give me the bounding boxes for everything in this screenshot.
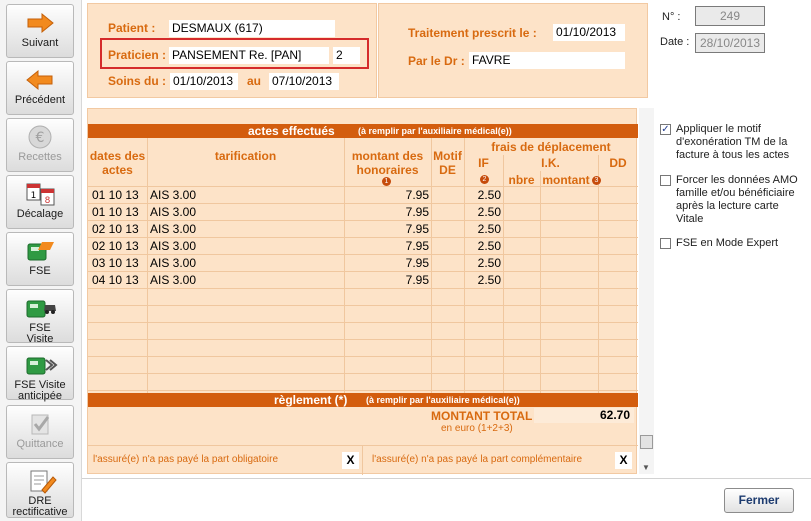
compl-label: l'assuré(e) n'a pas payé la part complém…	[372, 454, 583, 465]
traitement-field[interactable]: 01/10/2013	[553, 24, 625, 41]
marker-3-icon: 3	[592, 176, 601, 185]
num-label: N° :	[662, 11, 681, 23]
fse-visite-anticipee-label-2: anticipée	[17, 390, 63, 402]
col-frais: frais de déplacement	[491, 140, 611, 154]
table-row[interactable]: 04 10 13 AIS 3.00 7.95 2.50	[88, 272, 638, 289]
calendar-icon: 1 8	[22, 181, 58, 207]
col-dd: DD	[609, 156, 627, 170]
table-row-empty[interactable]	[88, 340, 638, 357]
forcer-amo-checkbox[interactable]	[660, 175, 671, 186]
suivant-label: Suivant	[21, 37, 59, 49]
arrow-right-icon	[22, 10, 58, 36]
decalage-button[interactable]: 1 8 Décalage	[6, 175, 74, 229]
soins-from-field[interactable]: 01/10/2013	[170, 73, 238, 90]
suivant-button[interactable]: Suivant	[6, 4, 74, 58]
fse-label: FSE	[29, 265, 51, 277]
reglement-title: règlement (*)	[274, 393, 348, 407]
fermer-button[interactable]: Fermer	[724, 488, 794, 513]
traitement-label: Traitement prescrit le :	[408, 26, 537, 40]
mode-expert-checkbox[interactable]	[660, 238, 671, 249]
quittance-label: Quittance	[16, 438, 64, 450]
toolbar: Suivant Précédent € Recettes 1 8 Décalag…	[0, 0, 82, 521]
dre-rectificative-button[interactable]: DRE rectificative	[6, 462, 74, 518]
date-field: 28/10/2013	[695, 33, 765, 53]
table-row[interactable]: 03 10 13 AIS 3.00 7.95 2.50	[88, 255, 638, 272]
svg-text:€: €	[36, 130, 45, 146]
arrow-left-icon	[22, 67, 58, 93]
col-dates: dates des actes	[89, 149, 146, 177]
precedent-label: Précédent	[14, 94, 66, 106]
recettes-label: Recettes	[18, 151, 62, 163]
table-row-empty[interactable]	[88, 323, 638, 340]
card-reader-arrow-icon	[22, 352, 58, 378]
card-reader-car-icon	[22, 295, 58, 321]
euro-icon: €	[22, 124, 58, 150]
soins-to-field[interactable]: 07/10/2013	[269, 73, 339, 90]
prescription-panel	[378, 3, 648, 98]
compl-field[interactable]: X	[615, 452, 632, 469]
col-montant-ik: montant	[542, 173, 590, 187]
col-tarification: tarification	[214, 149, 277, 163]
num-field: 249	[695, 6, 765, 26]
table-row[interactable]: 01 10 13 AIS 3.00 7.95 2.50	[88, 187, 638, 204]
table-row-empty[interactable]	[88, 374, 638, 391]
oblig-field[interactable]: X	[342, 452, 359, 469]
decalage-label: Décalage	[16, 208, 64, 220]
option-forcer-amo[interactable]: Forcer les données AMO famille et/ou bén…	[660, 174, 798, 226]
col-montant: montant des honoraires	[351, 149, 424, 177]
fse-button[interactable]: FSE	[6, 232, 74, 286]
actes-subtitle: (à remplir par l'auxiliaire médical(e))	[358, 126, 512, 136]
total-sub: en euro (1+2+3)	[441, 423, 513, 434]
reglement-subtitle: (à remplir par l'auxiliaire médical(e))	[366, 395, 520, 405]
vertical-scrollbar[interactable]: ▼	[639, 108, 654, 474]
soins-au-label: au	[247, 74, 262, 88]
precedent-button[interactable]: Précédent	[6, 61, 74, 115]
soins-label: Soins du :	[108, 74, 166, 88]
dre-label-2: rectificative	[12, 506, 68, 518]
scrollbar-thumb[interactable]	[640, 435, 653, 449]
fse-visite-anticipee-button[interactable]: FSE Visite anticipée	[6, 346, 74, 402]
table-row-empty[interactable]	[88, 289, 638, 306]
marker-2-icon: 2	[480, 175, 489, 184]
date-label: Date :	[660, 36, 690, 48]
calendar-day-b: 8	[45, 196, 51, 206]
dr-field[interactable]: FAVRE	[469, 52, 625, 69]
card-reader-icon	[22, 238, 58, 264]
document-pen-icon	[22, 468, 58, 494]
recettes-button[interactable]: € Recettes	[6, 118, 74, 172]
col-ik: I.K.	[541, 156, 560, 170]
table-row-empty[interactable]	[88, 306, 638, 323]
fse-visite-button[interactable]: FSE Visite	[6, 289, 74, 345]
option-exoneration[interactable]: ✓ Appliquer le motif d'exonération TM de…	[660, 123, 789, 162]
total-value: 62.70	[534, 408, 634, 423]
table-row[interactable]: 01 10 13 AIS 3.00 7.95 2.50	[88, 204, 638, 221]
table-row[interactable]: 02 10 13 AIS 3.00 7.95 2.50	[88, 221, 638, 238]
marker-1-icon: 1	[382, 177, 391, 186]
praticien-label: Praticien :	[108, 48, 167, 62]
actes-title-bar: actes effectués (à remplir par l'auxilia…	[88, 124, 638, 138]
col-if: IF	[478, 156, 489, 170]
reglement-title-bar: règlement (*) (à remplir par l'auxiliair…	[88, 393, 638, 407]
praticien-num-field[interactable]: 2	[333, 47, 360, 64]
fse-visite-label-2: Visite	[26, 333, 54, 345]
table-row-empty[interactable]	[88, 357, 638, 374]
quittance-button[interactable]: Quittance	[6, 405, 74, 459]
calendar-day-a: 1	[31, 191, 37, 201]
actes-title: actes effectués	[248, 124, 335, 138]
check-icon	[22, 411, 58, 437]
patient-field[interactable]: DESMAUX (617)	[169, 20, 335, 37]
option-mode-expert[interactable]: FSE en Mode Expert	[660, 237, 778, 250]
total-label: MONTANT TOTAL	[431, 409, 533, 423]
patient-label: Patient :	[108, 21, 156, 35]
dr-label: Par le Dr :	[408, 54, 465, 68]
praticien-field[interactable]: PANSEMENT Re. [PAN]	[169, 47, 329, 64]
actes-grid: actes effectués (à remplir par l'auxilia…	[87, 108, 638, 475]
oblig-label: l'assuré(e) n'a pas payé la part obligat…	[93, 454, 279, 465]
exoneration-checkbox[interactable]: ✓	[660, 124, 671, 135]
footer-divider	[82, 478, 811, 479]
scroll-down-icon[interactable]: ▼	[642, 463, 650, 472]
table-row[interactable]: 02 10 13 AIS 3.00 7.95 2.50	[88, 238, 638, 255]
col-motif: Motif DE	[433, 149, 462, 177]
col-nbre: nbre	[508, 173, 535, 187]
